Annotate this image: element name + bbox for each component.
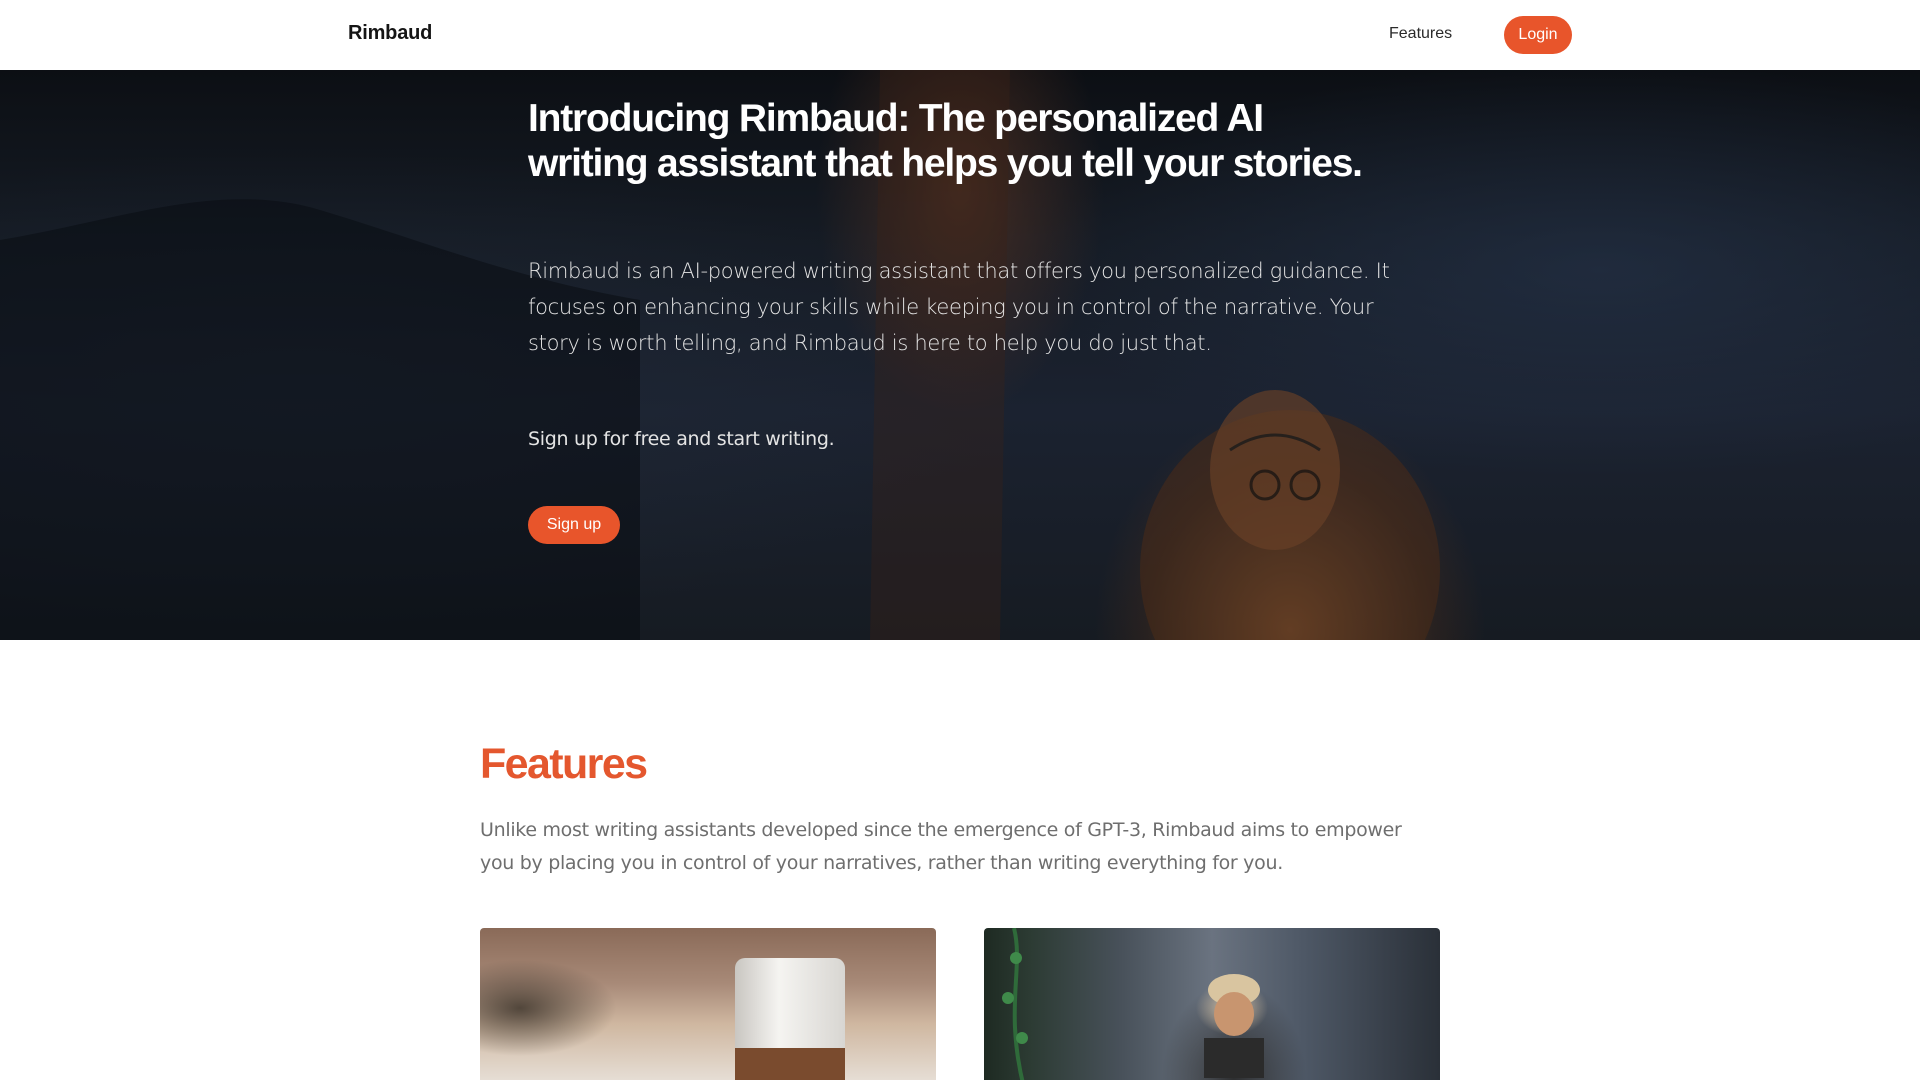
signup-button[interactable]: Sign up [528, 506, 620, 544]
login-button[interactable]: Login [1504, 16, 1572, 54]
hero-title: Introducing Rimbaud: The personalized AI… [528, 97, 1363, 185]
top-navigation-bar: Rimbaud Features Login [0, 0, 1920, 70]
plant-graphic [1002, 928, 1028, 1080]
hero-cta-text: Sign up for free and start writing. [528, 428, 835, 450]
hero-section: Introducing Rimbaud: The personalized AI… [0, 70, 1920, 640]
feature-card-image-writer [984, 928, 1440, 1080]
cup-sleeve-graphic [735, 1048, 845, 1080]
person-graphic [1204, 974, 1264, 1078]
features-description: Unlike most writing assistants developed… [480, 819, 1402, 874]
feature-card-image-coffee [480, 928, 936, 1080]
hero-description: Rimbaud is an AI-powered writing assista… [528, 259, 1390, 355]
brand-logo[interactable]: Rimbaud [348, 22, 432, 45]
features-title: Features [480, 740, 648, 788]
features-section: Features Unlike most writing assistants … [0, 640, 1920, 1080]
nav-features-link[interactable]: Features [1389, 25, 1452, 43]
